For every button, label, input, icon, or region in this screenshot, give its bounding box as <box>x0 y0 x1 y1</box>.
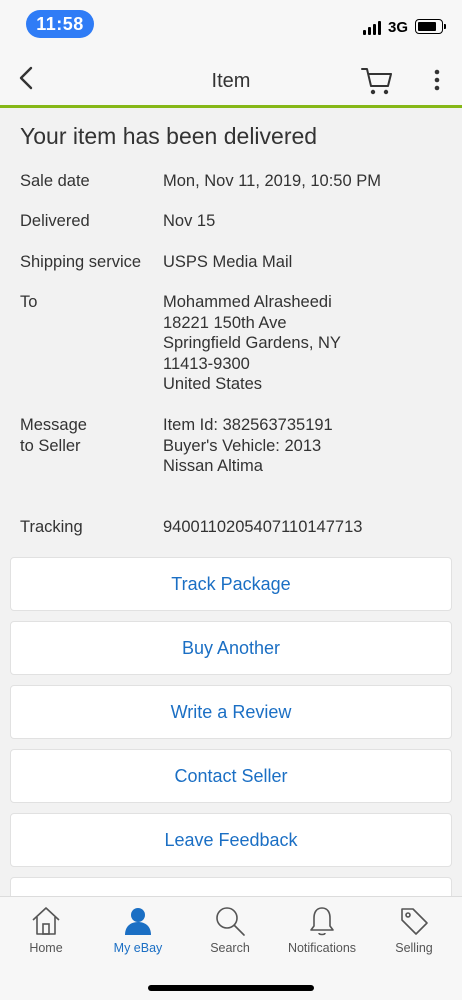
more-actions-button[interactable] <box>10 877 452 896</box>
search-icon <box>216 907 245 936</box>
tab-bar: Home My eBay Search Notifications Sellin… <box>0 896 462 1000</box>
status-time: 11:58 <box>26 10 94 38</box>
home-indicator <box>148 985 314 991</box>
address-line: Mohammed Alrasheedi <box>163 293 332 311</box>
sale-date-value: Mon, Nov 11, 2019, 10:50 PM <box>163 172 381 190</box>
address-line: 11413-9300 <box>163 354 250 373</box>
shipping-label: Shipping service <box>20 253 142 271</box>
message-line: Item Id: 382563735191 <box>163 416 333 434</box>
tab-label: Selling <box>395 941 433 955</box>
message-text: Item Id: 382563735191 Buyer's Vehicle: 2… <box>163 415 453 477</box>
message-line: Buyer's Vehicle: 2013 <box>163 436 322 455</box>
track-package-button[interactable]: Track Package <box>10 557 452 611</box>
write-review-button[interactable]: Write a Review <box>10 685 452 739</box>
buy-another-button[interactable]: Buy Another <box>10 621 452 675</box>
contact-seller-button[interactable]: Contact Seller <box>10 749 452 803</box>
nav-bar: Item <box>0 50 462 108</box>
message-label-line: Message <box>20 416 87 434</box>
delivered-label: Delivered <box>20 212 90 230</box>
tracking-label: Tracking <box>20 518 83 536</box>
leave-feedback-button[interactable]: Leave Feedback <box>10 813 452 867</box>
more-vertical-icon <box>434 69 440 91</box>
order-details: Your item has been delivered Sale date M… <box>0 111 462 896</box>
tab-label: Notifications <box>287 941 357 955</box>
signal-icon <box>363 21 383 35</box>
tag-icon <box>401 908 428 935</box>
ship-to-address: Mohammed Alrasheedi 18221 150th Ave Spri… <box>163 292 453 395</box>
tab-selling[interactable]: Selling <box>368 897 460 967</box>
tab-search[interactable]: Search <box>184 897 276 967</box>
person-icon <box>125 908 151 935</box>
network-type: 3G <box>388 19 409 36</box>
chevron-left-icon <box>19 66 33 90</box>
tab-my-ebay[interactable]: My eBay <box>92 897 184 967</box>
battery-icon <box>415 19 446 34</box>
tab-notifications[interactable]: Notifications <box>276 897 368 967</box>
address-line: 18221 150th Ave <box>163 313 287 332</box>
tab-label: My eBay <box>113 941 163 955</box>
address-line: Springfield Gardens, NY <box>163 334 341 352</box>
bell-icon <box>310 907 334 936</box>
home-icon <box>32 907 60 935</box>
delivery-status-heading: Your item has been delivered <box>20 123 318 149</box>
message-label-line: to Seller <box>20 436 81 455</box>
message-line: Nissan Altima <box>163 457 263 475</box>
tab-label: Search <box>210 941 250 955</box>
ship-to-label: To <box>20 293 38 311</box>
status-bar: 11:58 3G <box>0 0 462 50</box>
cart-icon <box>361 68 392 95</box>
tab-home[interactable]: Home <box>0 897 92 967</box>
back-button[interactable] <box>14 64 40 92</box>
tracking-number[interactable]: 9400110205407110147713 <box>163 517 453 538</box>
tab-label: Home <box>29 941 63 955</box>
cart-button[interactable] <box>360 66 394 96</box>
address-line: United States <box>163 375 263 393</box>
sale-date-label: Sale date <box>20 172 90 190</box>
more-button[interactable] <box>428 68 446 94</box>
message-label: Message to Seller <box>20 415 160 456</box>
delivered-value: Nov 15 <box>163 212 216 230</box>
shipping-value: USPS Media Mail <box>163 253 293 271</box>
